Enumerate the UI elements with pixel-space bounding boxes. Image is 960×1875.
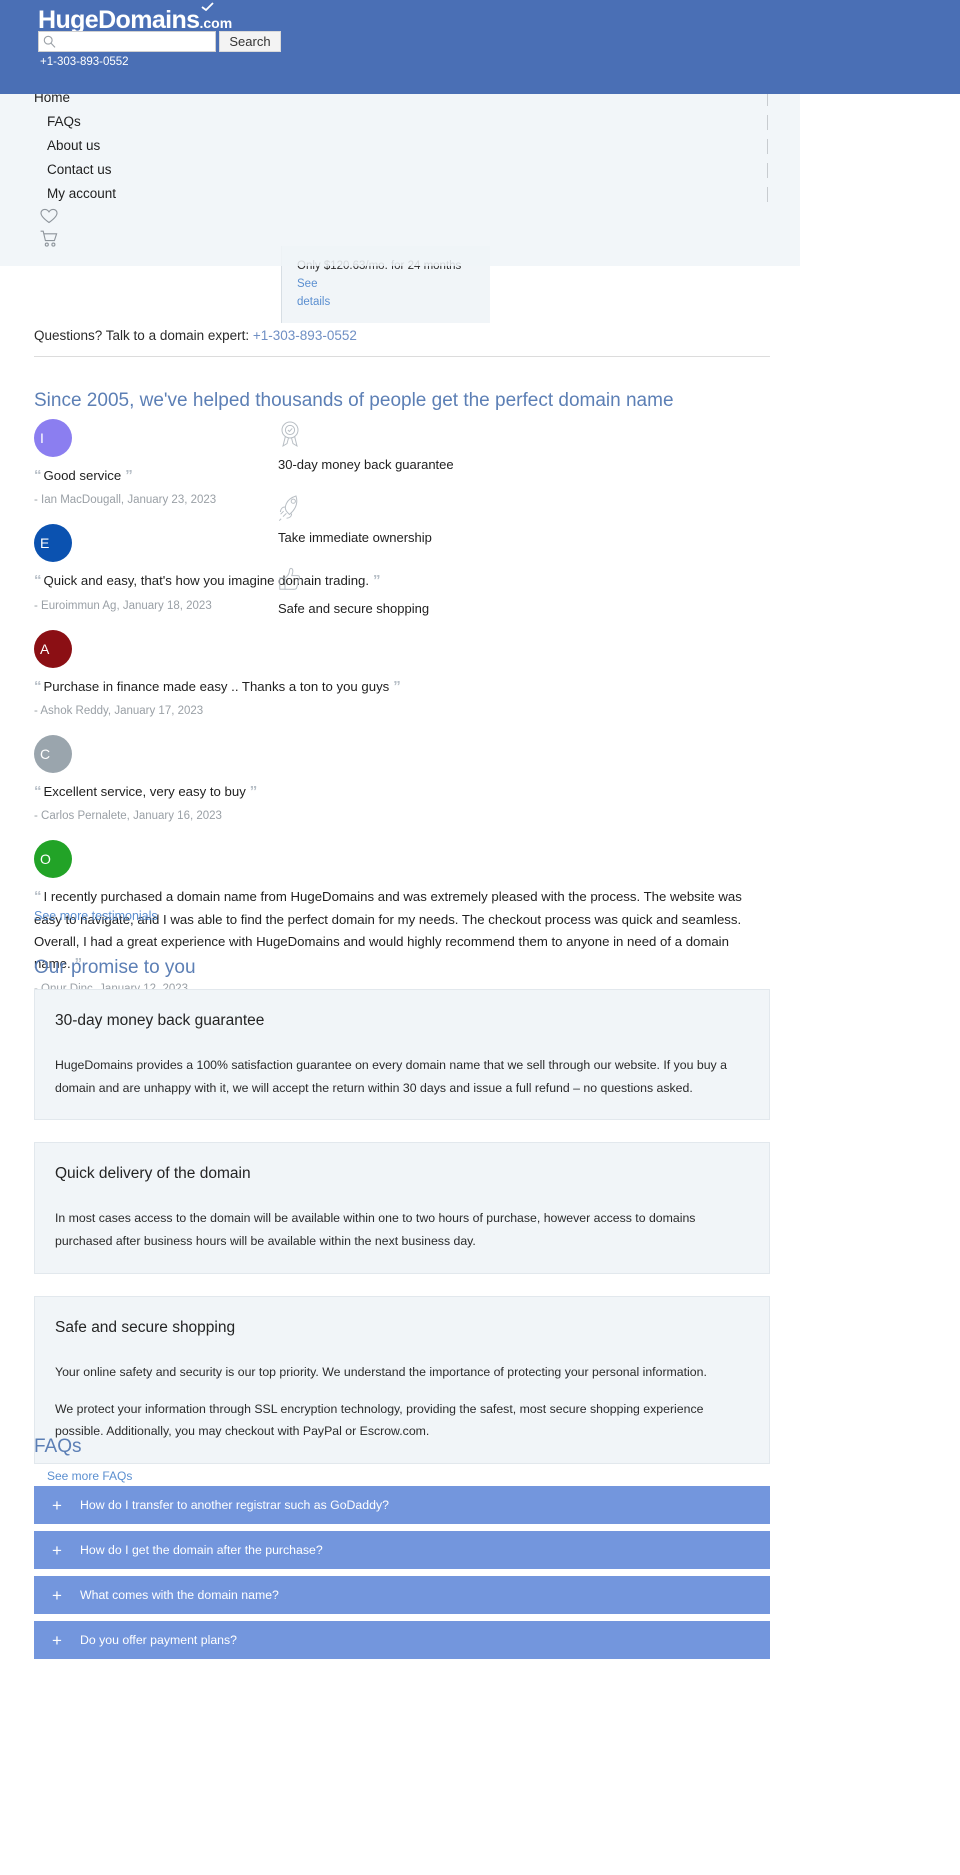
thumbs-up-icon <box>278 567 558 598</box>
domain-expert-phone[interactable]: +1-303-893-0552 <box>253 328 357 343</box>
promise-icon-label: Safe and secure shopping <box>278 601 430 616</box>
promise-card: Safe and secure shopping Your online safe… <box>34 1295 770 1465</box>
plus-icon[interactable]: + <box>34 1542 80 1559</box>
testimonial-quote: “Purchase in finance made easy .. Thanks… <box>34 675 770 699</box>
search-bar: Search <box>38 31 281 52</box>
open-quote-icon: “ <box>34 782 41 800</box>
testimonials-heading: Since 2005, we've helped thousands of pe… <box>34 390 674 411</box>
testimonial-item: C “Excellent service, very easy to buy” - … <box>34 734 770 823</box>
search-button[interactable]: Search <box>219 31 281 52</box>
faq-item[interactable]: + Do you offer payment plans? <box>34 1621 770 1659</box>
avatar: O <box>34 840 72 879</box>
promise-card-paragraph: HugeDomains provides a 100% satisfaction… <box>55 1058 727 1095</box>
brand-name: HugeDomains <box>38 6 200 34</box>
nav-item-faqs[interactable]: FAQs <box>47 114 81 129</box>
close-quote-icon: ” <box>249 782 257 800</box>
content-divider <box>34 356 770 357</box>
nav-divider <box>767 187 768 202</box>
heart-icon[interactable] <box>40 208 58 229</box>
rocket-icon <box>278 494 558 527</box>
promise-icon-row: Safe and secure shopping <box>278 567 558 616</box>
faq-question: What comes with the domain name? <box>80 1588 279 1602</box>
domain-expert-line: Questions? Talk to a domain expert: +1-3… <box>34 328 357 343</box>
open-quote-icon: “ <box>34 677 41 695</box>
promise-card-title: 30-day money back guarantee <box>55 1012 265 1029</box>
search-input[interactable] <box>38 31 216 52</box>
promise-card-list: 30-day money back guarantee HugeDomains p… <box>34 989 770 1486</box>
promise-icons-column: 30-day money back guarantee Take immediat… <box>278 419 558 638</box>
nav-item-my-account[interactable]: My account <box>47 186 116 201</box>
open-quote-icon: “ <box>34 467 41 484</box>
promise-card-paragraph: We protect your information through SSL … <box>55 1401 704 1439</box>
promise-icon-label: 30-day money back guarantee <box>278 457 454 472</box>
faq-list: + How do I transfer to another registrar … <box>34 1486 770 1666</box>
cart-icon[interactable] <box>40 230 59 253</box>
nav-item-contact-us[interactable]: Contact us <box>47 162 112 177</box>
plus-icon[interactable]: + <box>34 1497 80 1514</box>
faq-question: How do I transfer to another registrar s… <box>80 1498 389 1512</box>
close-quote-icon: ” <box>125 467 132 484</box>
nav-divider <box>767 163 768 178</box>
testimonial-author: - Ashok Reddy, January 17, 2023 <box>34 704 204 717</box>
badge-check-icon <box>278 419 558 454</box>
open-quote-icon: “ <box>34 888 41 906</box>
promise-card: 30-day money back guarantee HugeDomains p… <box>34 989 770 1121</box>
header-phone-number[interactable]: +1-303-893-0552 <box>40 56 129 68</box>
brand-tld: .com <box>199 15 233 31</box>
promise-heading: Our promise to you <box>34 957 196 978</box>
avatar: A <box>34 629 72 668</box>
close-quote-icon: ” <box>393 677 400 695</box>
avatar: I <box>34 419 72 457</box>
promise-card: Quick delivery of the domain In most case… <box>34 1142 770 1274</box>
avatar: C <box>34 734 72 773</box>
testimonial-item: A “Purchase in finance made easy .. Thank… <box>34 629 770 717</box>
navigation-overlay: Home FAQs About us Contact us My account <box>0 80 800 266</box>
nav-divider <box>767 115 768 130</box>
faq-item[interactable]: + How do I get the domain after the purch… <box>34 1531 770 1569</box>
promise-card-title: Quick delivery of the domain <box>55 1165 251 1183</box>
faq-heading: FAQs <box>34 1436 82 1457</box>
promise-icon-row: 30-day money back guarantee <box>278 419 558 472</box>
faq-item[interactable]: + What comes with the domain name? <box>34 1576 770 1614</box>
nav-item-about-us[interactable]: About us <box>47 138 100 153</box>
faq-question: Do you offer payment plans? <box>80 1633 237 1647</box>
promise-card-paragraph: In most cases access to the domain will … <box>55 1211 696 1249</box>
brand-logo[interactable]: HugeDomains.com <box>38 2 233 34</box>
plus-icon[interactable]: + <box>34 1587 80 1604</box>
see-more-faqs-link[interactable]: See more FAQs <box>47 1469 132 1483</box>
faq-question: How do I get the domain after the purcha… <box>80 1543 323 1557</box>
see-details-link-part1[interactable]: See <box>297 278 317 290</box>
see-details-link-part2[interactable]: details <box>297 296 330 308</box>
nav-divider <box>767 139 768 154</box>
site-header: HugeDomains.com Search +1-303-893-0552 <box>0 0 960 94</box>
open-quote-icon: “ <box>34 572 41 590</box>
plus-icon[interactable]: + <box>34 1632 80 1649</box>
check-icon <box>201 2 214 11</box>
avatar: E <box>34 524 72 563</box>
domain-expert-label: Questions? Talk to a domain expert: <box>34 328 250 343</box>
testimonial-quote-text: Purchase in finance made easy .. Thanks … <box>43 678 390 694</box>
promise-icon-label: Take immediate ownership <box>278 530 432 545</box>
see-more-testimonials-link[interactable]: See more testimonials <box>34 909 158 923</box>
promise-card-title: Safe and secure shopping <box>55 1318 236 1336</box>
promise-icon-row: Take immediate ownership <box>278 494 558 545</box>
testimonial-quote-text: Excellent service, very easy to buy <box>43 783 246 799</box>
testimonial-author: - Carlos Pernalete, January 16, 2023 <box>34 810 222 823</box>
testimonial-quote-text: Good service <box>43 468 122 483</box>
faq-item[interactable]: + How do I transfer to another registrar … <box>34 1486 770 1524</box>
promise-card-paragraph: Your online safety and security is our t… <box>55 1364 707 1379</box>
testimonial-quote: “Excellent service, very easy to buy” <box>34 780 770 804</box>
